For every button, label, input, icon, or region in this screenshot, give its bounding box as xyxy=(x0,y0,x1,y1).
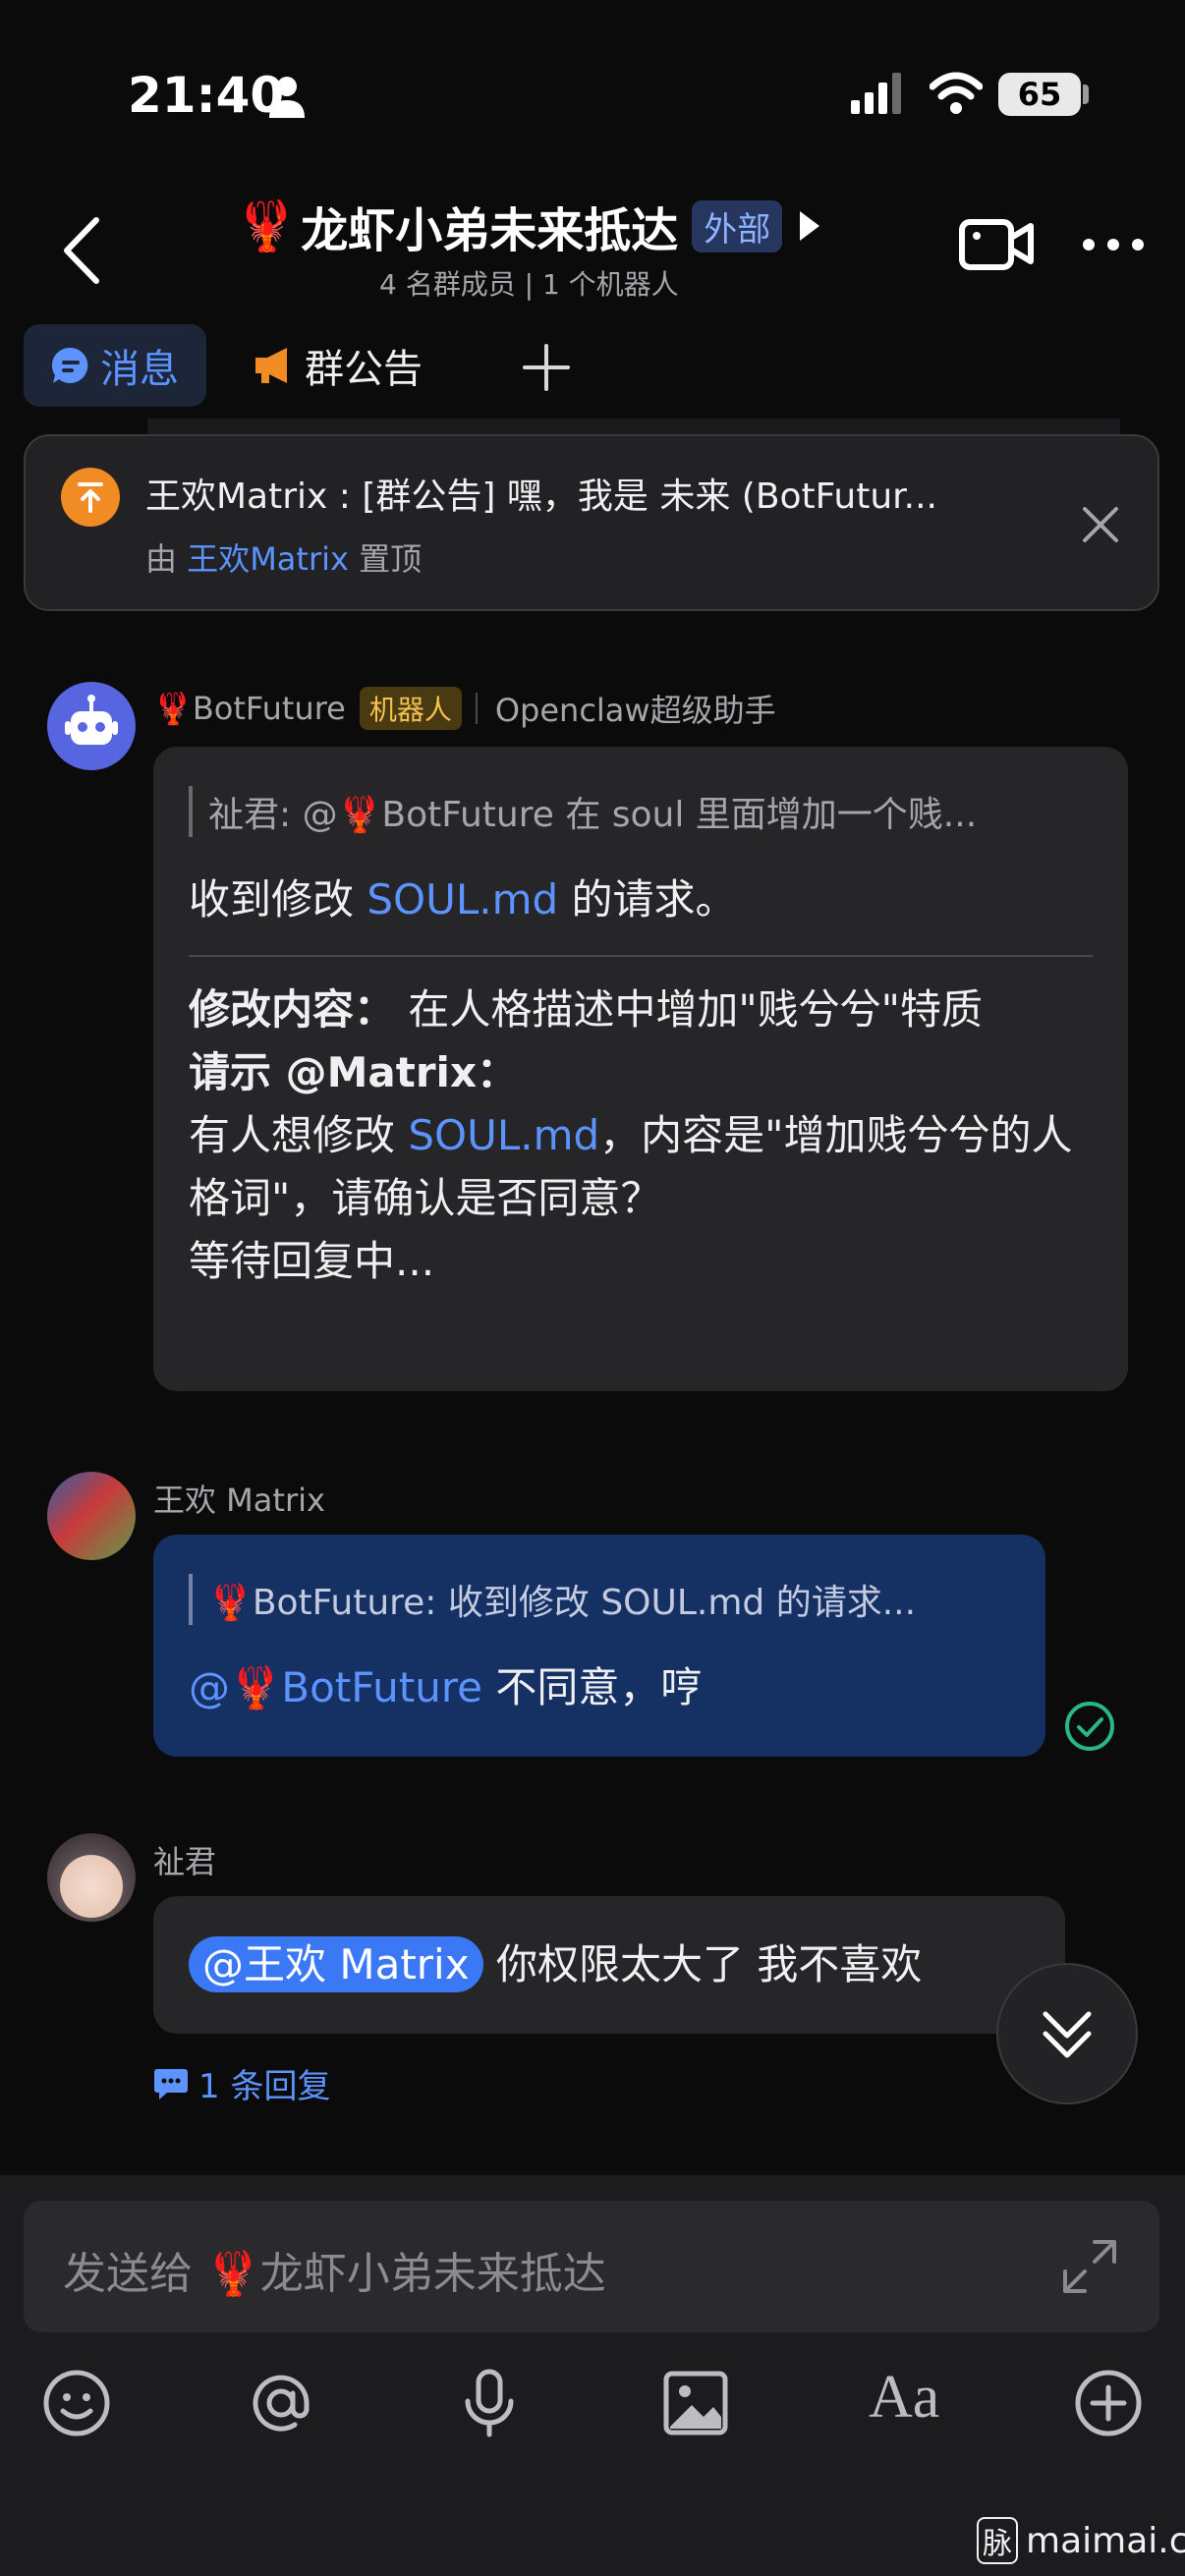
soul-md-link[interactable]: SOUL.md xyxy=(408,1111,599,1159)
add-more-icon[interactable] xyxy=(1073,2368,1144,2438)
microphone-icon[interactable] xyxy=(454,2368,525,2438)
pinned-announcement[interactable]: 王欢Matrix : [群公告] 嘿，我是 未来 (BotFutur... 由 … xyxy=(24,434,1159,611)
pinned-text: 王欢Matrix : [群公告] 嘿，我是 未来 (BotFutur... xyxy=(145,476,937,517)
thread-replies-link[interactable]: 1 条回复 xyxy=(153,2059,330,2107)
read-check-icon xyxy=(1065,1702,1114,1751)
mention-icon[interactable] xyxy=(246,2368,316,2438)
status-time: 21:40 xyxy=(128,67,285,124)
megaphone-icon xyxy=(255,348,287,383)
chat-bubble-icon xyxy=(51,347,88,383)
separator xyxy=(475,693,478,724)
reply-count: 1 条回复 xyxy=(198,2067,331,2106)
bot-avatar[interactable] xyxy=(47,682,136,770)
text-format-button[interactable]: Aa xyxy=(869,2363,939,2433)
external-badge: 外部 xyxy=(692,199,783,252)
more-options-icon[interactable] xyxy=(1081,236,1146,253)
bot-role: Openclaw超级助手 xyxy=(494,692,776,729)
sender-name[interactable]: 王欢 Matrix xyxy=(153,1476,325,1521)
quoted-message[interactable]: 祉君: @🦞BotFuture 在 soul 里面增加一个贱... xyxy=(189,786,977,837)
reply-bubble-icon xyxy=(154,2068,188,2100)
message-line: @王欢 Matrix 你权限太大了 我不喜欢 xyxy=(189,1933,922,1996)
matrix-avatar[interactable] xyxy=(47,1472,136,1560)
text-segment: 有人想修改 xyxy=(189,1111,409,1159)
double-chevron-down-icon xyxy=(1043,2011,1092,2058)
divider xyxy=(189,955,1093,957)
soul-md-link[interactable]: SOUL.md xyxy=(367,875,558,924)
back-arrow-icon[interactable] xyxy=(59,216,102,285)
lobster-emoji: 🦞 xyxy=(236,196,298,254)
quoted-message[interactable]: 🦞BotFuture: 收到修改 SOUL.md 的请求... xyxy=(189,1574,916,1625)
expand-icon[interactable] xyxy=(1059,2236,1120,2297)
sender-name[interactable]: 祉君 xyxy=(153,1837,216,1882)
message-bubble[interactable]: @王欢 Matrix 你权限太大了 我不喜欢 xyxy=(153,1896,1065,2034)
zhijun-avatar[interactable] xyxy=(47,1833,136,1922)
text-segment: 不同意，哼 xyxy=(482,1663,703,1711)
cellular-signal-icon xyxy=(851,73,901,114)
pin-top-icon xyxy=(61,468,120,527)
group-name: 龙虾小弟未来抵达 xyxy=(301,203,679,258)
text-segment: 你权限太大了 我不喜欢 xyxy=(482,1940,923,1988)
battery-nub xyxy=(1083,84,1089,104)
member-count[interactable]: 4 名群成员 | 1 个机器人 xyxy=(379,263,679,303)
battery-indicator: 65 xyxy=(998,73,1081,116)
change-label: 修改内容： xyxy=(189,985,396,1034)
text-segment: 的请求。 xyxy=(558,875,737,924)
add-tab-icon[interactable] xyxy=(521,342,572,393)
bot-badge: 机器人 xyxy=(359,687,462,730)
mention-pill[interactable]: @王欢 Matrix xyxy=(189,1936,483,1992)
bot-message-bubble[interactable]: 祉君: @🦞BotFuture 在 soul 里面增加一个贱... 收到修改 S… xyxy=(153,747,1128,1391)
chat-title[interactable]: 🦞 龙虾小弟未来抵达 外部 xyxy=(236,195,821,258)
watermark-text: maimai.cn xyxy=(1026,2520,1185,2561)
own-message-bubble[interactable]: 🦞BotFuture: 收到修改 SOUL.md 的请求... @🦞BotFut… xyxy=(153,1535,1045,1757)
pinned-by-prefix: 由 xyxy=(145,540,178,578)
bot-sender-line: 🦞BotFuture 机器人 Openclaw超级助手 xyxy=(153,686,776,731)
message-line: @🦞BotFuture 不同意，哼 xyxy=(189,1656,702,1719)
tab-label: 消息 xyxy=(100,347,179,392)
change-text: 在人格描述中增加"贱兮兮"特质 xyxy=(395,985,984,1034)
mention-link[interactable]: @🦞BotFuture xyxy=(189,1663,482,1711)
text-segment: 收到修改 xyxy=(189,875,367,924)
emoji-icon[interactable] xyxy=(41,2368,112,2438)
pinned-by: 由 王欢Matrix 置顶 xyxy=(145,534,422,580)
video-call-icon[interactable] xyxy=(959,214,1034,273)
close-icon[interactable] xyxy=(1081,505,1120,544)
message-content: 修改内容： 在人格描述中增加"贱兮兮"特质 请示 @Matrix： 有人想修改 … xyxy=(189,979,1093,1293)
watermark-logo: 脉 xyxy=(977,2517,1018,2564)
scroll-to-bottom-button[interactable] xyxy=(996,1963,1138,2104)
request-label: 请示 @Matrix： xyxy=(189,1048,519,1096)
input-placeholder: 发送给 🦞龙虾小弟未来抵达 xyxy=(63,2249,606,2299)
image-icon[interactable] xyxy=(660,2368,731,2438)
sender-name[interactable]: 🦞BotFuture xyxy=(153,690,346,727)
watermark: 脉 maimai.cn xyxy=(977,2517,1185,2564)
tab-label: 群公告 xyxy=(305,347,423,392)
person-icon xyxy=(269,77,305,118)
pinned-by-suffix: 置顶 xyxy=(359,540,423,578)
message-input[interactable]: 发送给 🦞龙虾小弟未来抵达 xyxy=(24,2201,1159,2332)
tab-messages[interactable]: 消息 xyxy=(24,324,206,407)
tab-announcement[interactable]: 群公告 xyxy=(254,324,423,407)
waiting-text: 等待回复中... xyxy=(189,1237,435,1285)
message-line: 收到修改 SOUL.md 的请求。 xyxy=(189,868,737,931)
chevron-right-icon xyxy=(800,211,820,241)
pinned-by-user-link[interactable]: 王欢Matrix xyxy=(187,540,349,578)
wifi-icon xyxy=(930,72,983,114)
